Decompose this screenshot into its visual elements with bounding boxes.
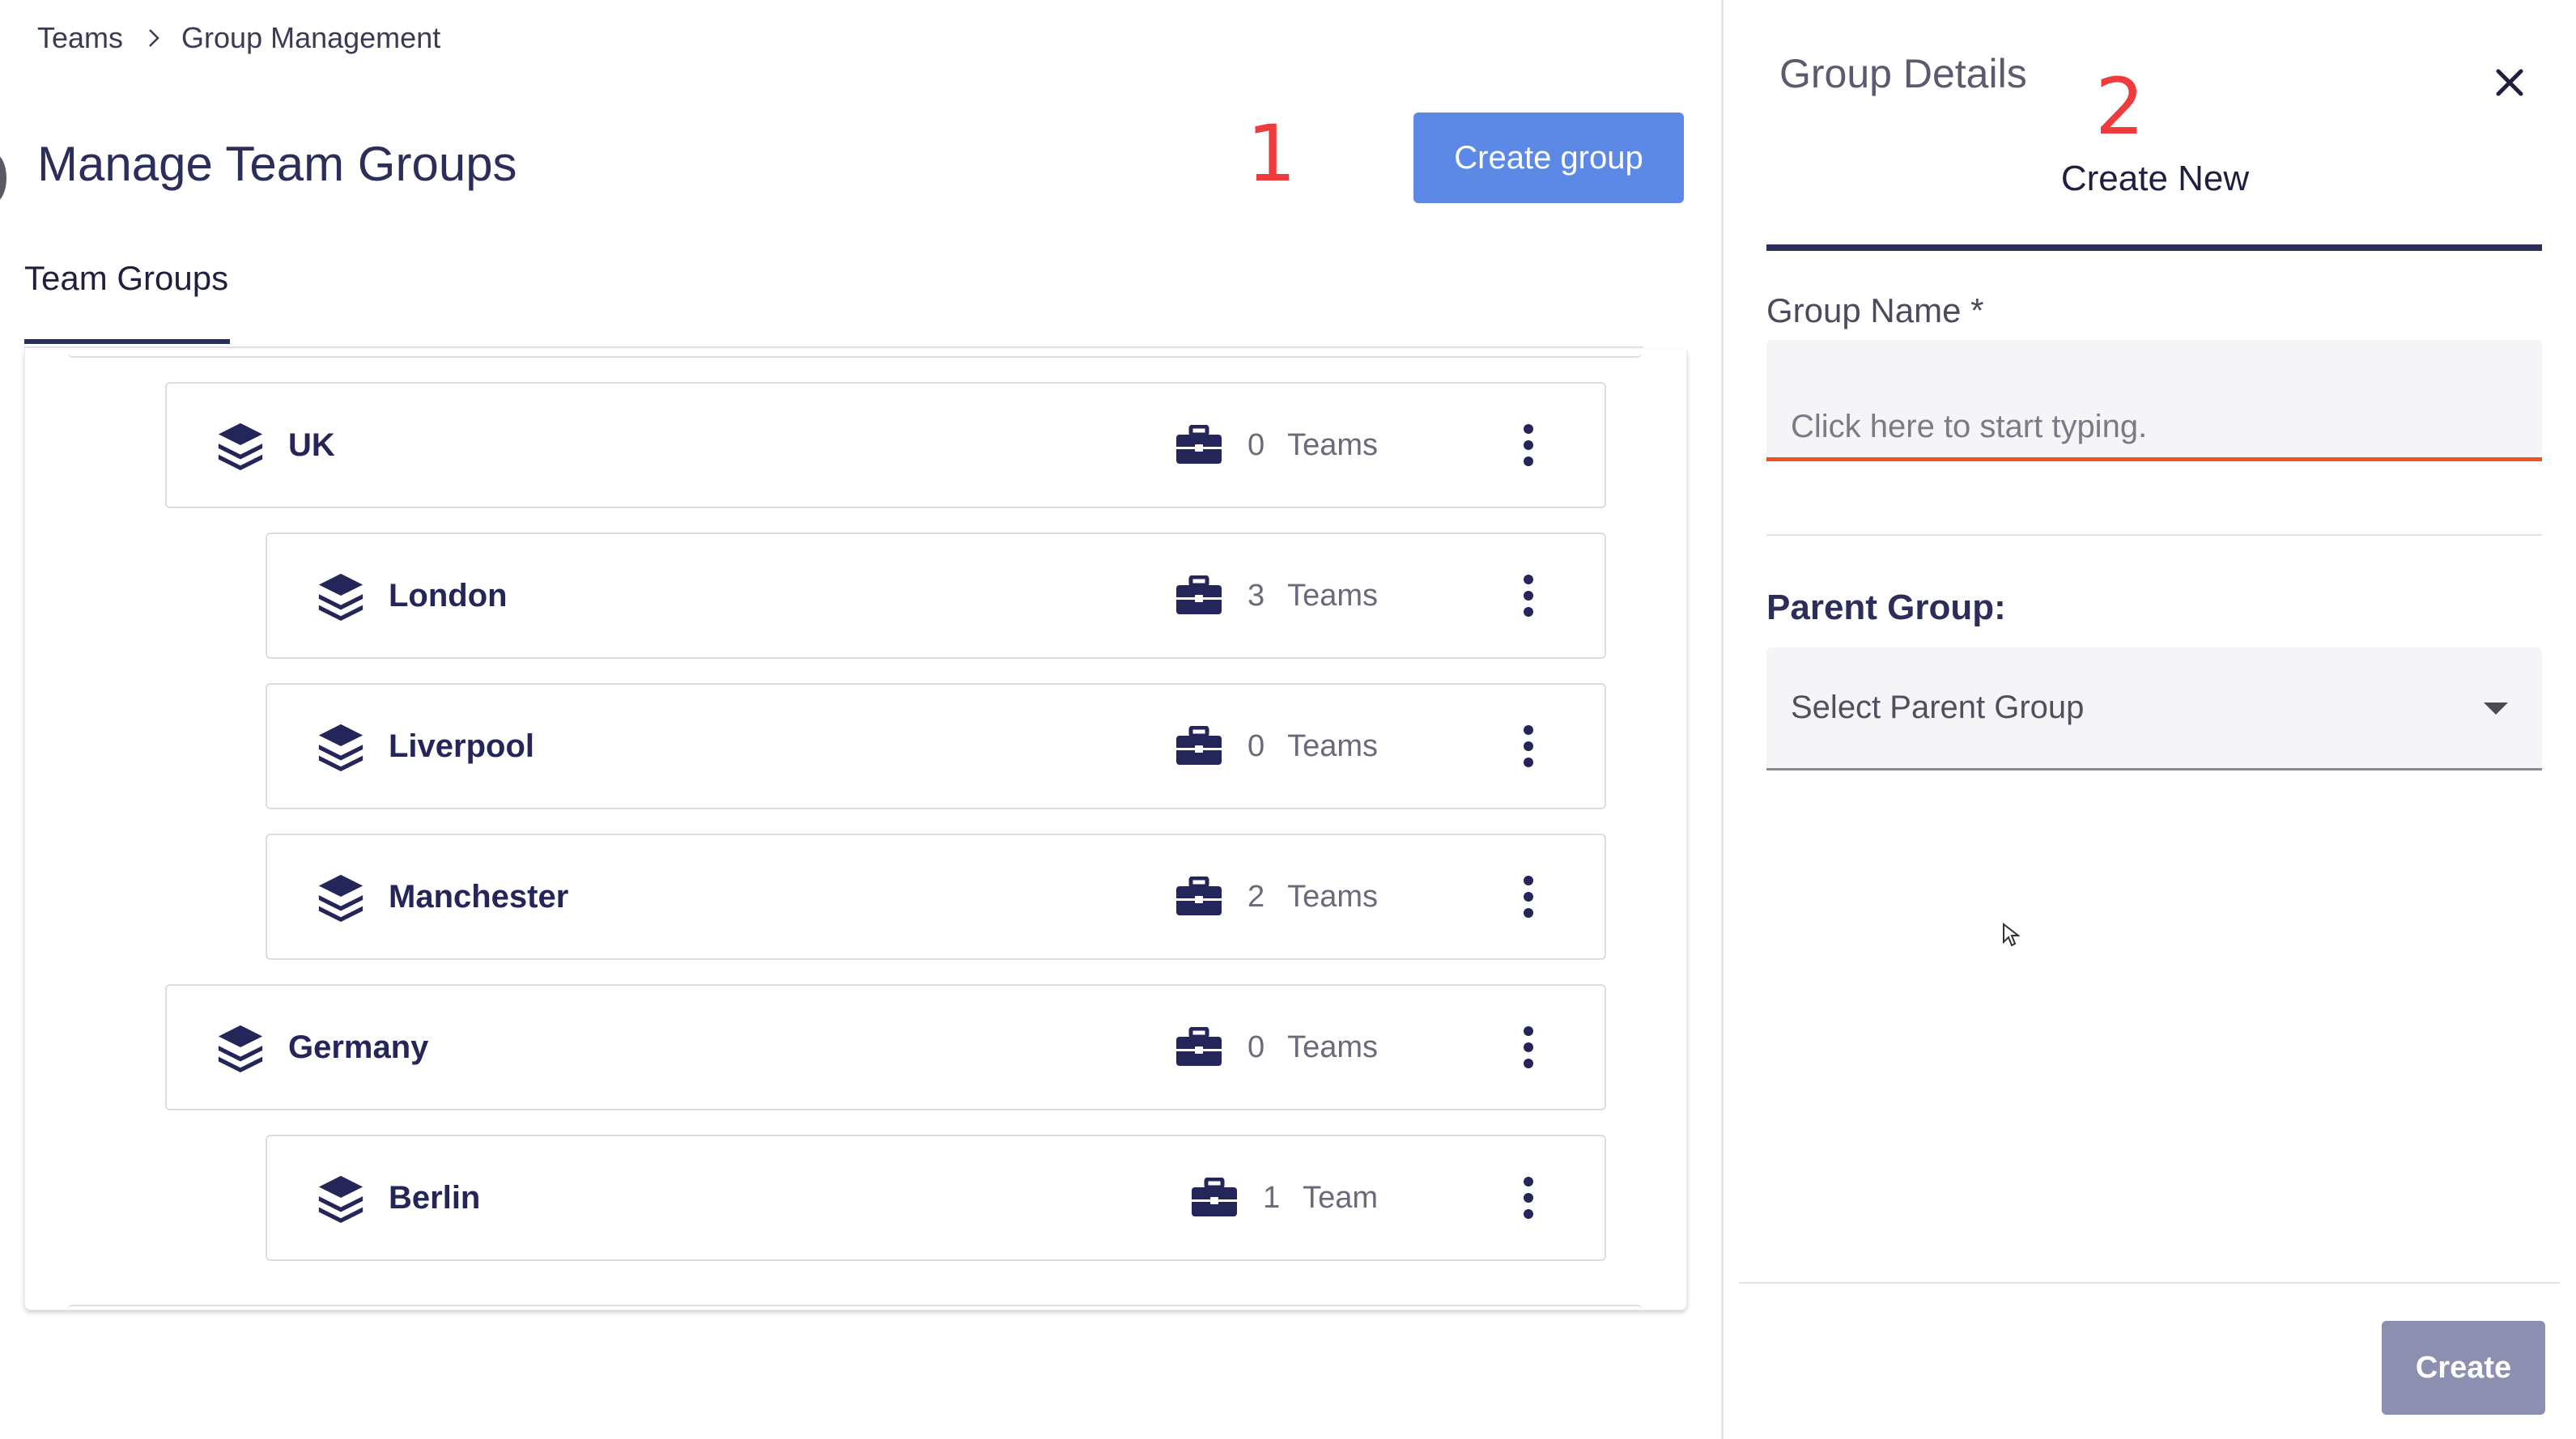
group-row-liverpool[interactable]: Liverpool 0 Teams: [266, 683, 1606, 809]
team-count: 0 Teams: [1175, 1027, 1378, 1068]
mouse-pointer-icon: [2003, 923, 2020, 947]
briefcase-icon: [1175, 877, 1222, 915]
list-scroll-edge-bottom: [68, 1305, 1642, 1313]
tab-active-indicator: [1766, 244, 2542, 251]
team-count: 2 Teams: [1175, 877, 1378, 917]
create-group-button[interactable]: Create group: [1413, 112, 1684, 203]
layers-icon: [318, 724, 363, 771]
annotation-marker-1: 1: [1247, 108, 1297, 199]
briefcase-icon: [1175, 1027, 1222, 1066]
team-count: 0 Teams: [1175, 726, 1378, 766]
create-button[interactable]: Create: [2382, 1321, 2545, 1415]
page-title: Manage Team Groups: [37, 137, 517, 191]
layers-icon: [218, 1025, 263, 1072]
more-options-icon[interactable]: [1520, 1174, 1537, 1222]
briefcase-icon: [1175, 726, 1222, 765]
team-count-number: 3: [1247, 578, 1265, 613]
chevron-right-icon: [147, 28, 160, 49]
team-count-unit: Teams: [1287, 728, 1378, 763]
footer-divider: [1739, 1282, 2560, 1284]
group-row-germany[interactable]: Germany 0 Teams: [165, 984, 1606, 1110]
breadcrumb-teams-link[interactable]: Teams: [37, 21, 123, 55]
team-count-number: 1: [1262, 1180, 1281, 1215]
parent-group-selected-value: Select Parent Group: [1791, 690, 2085, 725]
team-count: 3 Teams: [1175, 575, 1378, 616]
team-count-number: 0: [1247, 1029, 1265, 1064]
dropdown-arrow-icon: [2484, 703, 2508, 715]
team-count-unit: Teams: [1287, 1029, 1378, 1064]
team-count-number: 2: [1247, 879, 1265, 914]
group-name-label: Group Name *: [1766, 291, 1984, 329]
panel-divider: [1721, 0, 1724, 1439]
more-options-icon[interactable]: [1520, 722, 1537, 770]
team-count-unit: Teams: [1287, 427, 1378, 462]
team-count: 0 Teams: [1175, 425, 1378, 465]
panel-title: Group Details: [1779, 51, 2027, 96]
team-count-unit: Teams: [1287, 578, 1378, 613]
list-scroll-edge-top: [68, 350, 1642, 358]
tab-team-groups[interactable]: Team Groups: [24, 259, 228, 298]
team-count-number: 0: [1247, 427, 1265, 462]
team-count-unit: Teams: [1287, 879, 1378, 914]
group-name: UK: [288, 427, 335, 463]
close-icon[interactable]: [2492, 65, 2527, 100]
group-name: Liverpool: [389, 728, 535, 764]
more-options-icon[interactable]: [1520, 571, 1537, 620]
more-options-icon[interactable]: [1520, 872, 1537, 921]
parent-group-select[interactable]: Select Parent Group: [1766, 647, 2542, 770]
tab-divider: [24, 346, 1643, 348]
group-name-input[interactable]: [1766, 340, 2542, 461]
layers-icon: [318, 874, 363, 922]
team-count-number: 0: [1247, 728, 1265, 763]
layers-icon: [318, 1175, 363, 1223]
briefcase-icon: [1175, 575, 1222, 614]
layers-icon: [218, 422, 263, 470]
layers-icon: [318, 573, 363, 621]
group-row-uk[interactable]: UK 0 Teams: [165, 382, 1606, 508]
annotation-marker-2: 2: [2095, 62, 2145, 152]
group-row-berlin[interactable]: Berlin 1 Team: [266, 1135, 1606, 1261]
team-count-unit: Team: [1303, 1180, 1378, 1215]
sidebar-toggle-handle[interactable]: [0, 154, 6, 202]
parent-group-label: Parent Group:: [1766, 588, 2006, 627]
briefcase-icon: [1191, 1178, 1237, 1216]
more-options-icon[interactable]: [1520, 421, 1537, 469]
briefcase-icon: [1175, 425, 1222, 464]
group-name: Berlin: [389, 1179, 481, 1216]
tab-create-new[interactable]: Create New: [1766, 159, 2544, 199]
team-count: 1 Team: [1190, 1178, 1378, 1218]
breadcrumb: Teams Group Management: [37, 18, 440, 58]
group-row-manchester[interactable]: Manchester 2 Teams: [266, 834, 1606, 960]
group-name: Manchester: [389, 878, 569, 915]
more-options-icon[interactable]: [1520, 1023, 1537, 1072]
group-name: London: [389, 577, 508, 613]
group-name: Germany: [288, 1029, 429, 1065]
breadcrumb-current: Group Management: [181, 21, 441, 54]
group-row-london[interactable]: London 3 Teams: [266, 533, 1606, 659]
tab-active-indicator: [24, 339, 230, 344]
field-divider: [1766, 534, 2542, 536]
